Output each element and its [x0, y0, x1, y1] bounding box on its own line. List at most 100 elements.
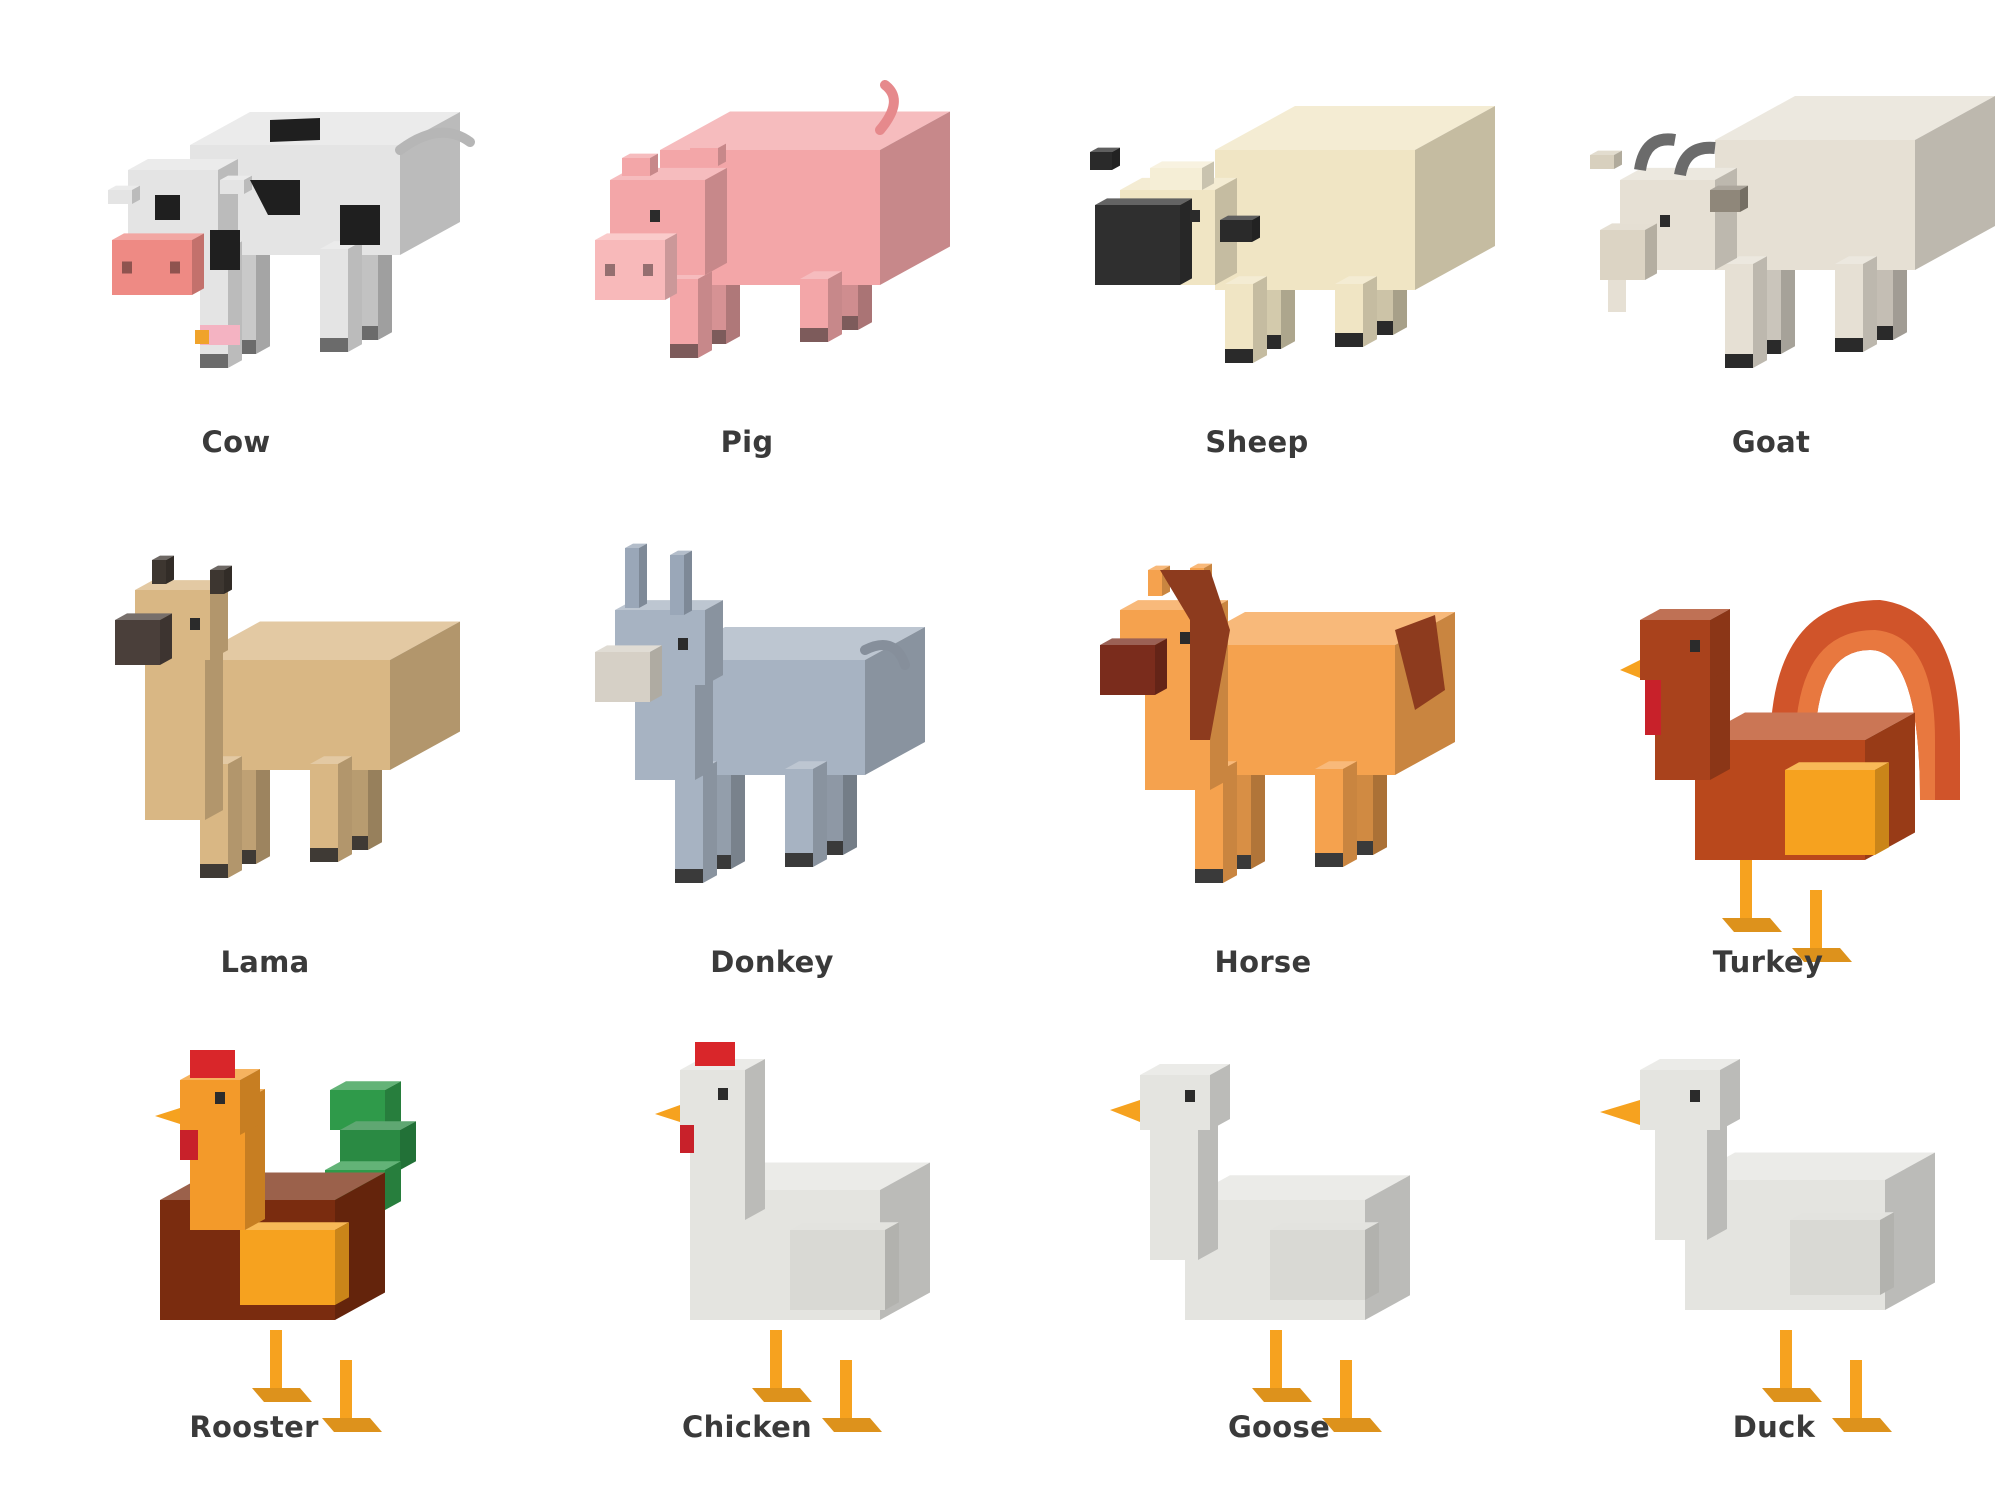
nostril [170, 261, 180, 274]
leg [1740, 860, 1752, 920]
donkey-icon-group [595, 543, 925, 883]
neck-front [1150, 1110, 1198, 1260]
pig-icon-group [595, 80, 950, 358]
wing-side [1365, 1222, 1379, 1300]
foot [1252, 1388, 1312, 1402]
foot [752, 1388, 812, 1402]
animal-label: Goose [1227, 1410, 1331, 1444]
front-leg-right-side [348, 241, 362, 352]
head-side [240, 1069, 260, 1135]
animal-card: Lama [0, 510, 500, 1010]
foot [1762, 1388, 1822, 1402]
front-leg-right-front [785, 769, 813, 867]
ear-side [224, 565, 232, 594]
foot [252, 1388, 312, 1402]
snout-front [595, 652, 650, 702]
animal-label: Duck [1732, 1410, 1816, 1444]
wattle [180, 1130, 198, 1160]
wattle [1645, 680, 1661, 735]
front-hoof-right [1335, 333, 1363, 347]
wing-front [790, 1230, 885, 1310]
front-hoof [200, 864, 228, 878]
animal-label: Turkey [1712, 945, 1824, 979]
rooster-icon-group [155, 1050, 416, 1432]
front-hoof-right [1315, 853, 1343, 867]
wing-top [1270, 1222, 1379, 1230]
ear-front [210, 570, 224, 594]
head-side [1715, 167, 1737, 270]
horn [1634, 133, 1676, 172]
animal-label: Goat [1731, 425, 1811, 459]
animal-label: Donkey [710, 945, 834, 979]
wing-front [1790, 1220, 1880, 1295]
head-side [745, 1059, 765, 1125]
leg [1780, 1330, 1792, 1390]
ear-side [684, 550, 692, 615]
eye [1660, 215, 1670, 227]
wing-front [1785, 770, 1875, 855]
nostril [643, 264, 653, 276]
head-side [705, 600, 723, 685]
nostril [605, 264, 615, 276]
front-leg-side [703, 761, 717, 883]
snout-side [1155, 638, 1167, 695]
ear-front [625, 548, 639, 608]
animal-label: Chicken [682, 1410, 812, 1444]
eye [1690, 1090, 1700, 1102]
ear-front [108, 190, 132, 204]
wing-side [1875, 762, 1889, 855]
snout-top [595, 233, 677, 240]
comb [695, 1042, 735, 1066]
eye [718, 1088, 728, 1100]
turkey-icon [1620, 600, 1960, 962]
head-side [1210, 1064, 1230, 1130]
front-leg-right-side [828, 271, 842, 342]
wing-top [790, 1222, 899, 1230]
beard [1608, 280, 1626, 312]
lama-icon-group [115, 555, 460, 878]
ear-front [1148, 570, 1162, 596]
ear-side [1252, 215, 1260, 242]
duck-icon [1600, 1059, 1935, 1432]
head-front [180, 1080, 240, 1135]
wing-side [885, 1222, 899, 1310]
front-hoof [675, 869, 703, 883]
goat-icon-group [1590, 96, 1995, 368]
snout-top [112, 233, 204, 240]
cow-icon [108, 112, 475, 368]
ear-front [670, 555, 684, 615]
pig-icon [595, 80, 950, 358]
front-leg-right-front [310, 764, 338, 862]
front-leg-right-side [1343, 761, 1357, 867]
sheep-icon-group [1090, 106, 1495, 363]
front-hoof [670, 344, 698, 358]
front-hoof-right [320, 338, 348, 352]
eye [678, 638, 688, 650]
animal-card: Chicken [500, 1000, 1000, 1500]
bell [195, 330, 209, 344]
ear-front [1710, 190, 1740, 212]
cow-icon-group [108, 112, 475, 368]
beak [1600, 1100, 1640, 1125]
wing-front [1270, 1230, 1365, 1300]
head-front [1140, 1075, 1210, 1130]
snout-side [160, 613, 172, 665]
front-hoof-right [785, 853, 813, 867]
neck-front [145, 660, 205, 820]
eye [650, 210, 660, 222]
duck-icon-group [1600, 1059, 1935, 1432]
front-leg-side [698, 271, 712, 358]
front-hoof [1195, 869, 1223, 883]
snout-front [1600, 230, 1645, 280]
animal-label: Sheep [1205, 425, 1309, 459]
nostril [122, 261, 132, 274]
animal-card: Sheep [1000, 0, 1500, 500]
ear-side [639, 543, 647, 608]
ear-front [1590, 155, 1614, 169]
ear-front [1220, 220, 1252, 242]
animal-card: Horse [1000, 510, 1500, 1010]
eye [190, 618, 200, 630]
lama-icon [115, 555, 460, 878]
front-hoof [1725, 354, 1753, 368]
spot [340, 205, 380, 245]
